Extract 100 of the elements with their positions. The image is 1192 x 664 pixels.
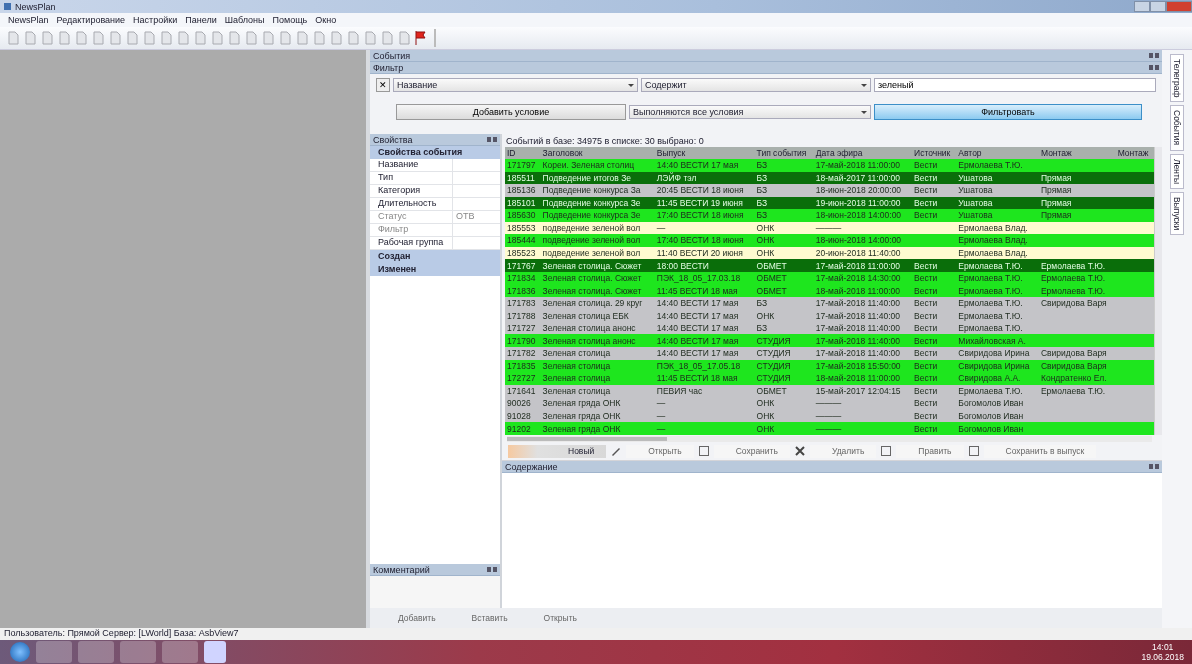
toolbar-button[interactable]: Добавить [384,613,450,623]
document-icon[interactable] [346,31,360,45]
add-condition-button[interactable]: Добавить условие [396,104,626,120]
pin-icon[interactable] [487,567,497,572]
table-cell: 171797 [507,160,536,171]
toolbar-button[interactable]: Править [896,444,964,458]
side-tab[interactable]: Выпуски [1170,191,1184,235]
document-icon[interactable] [380,31,394,45]
operator-dropdown[interactable]: Содержит [641,78,871,92]
table-cell: СТУДИЯ [756,348,791,359]
pin-icon[interactable] [487,137,497,142]
collapsed-group[interactable]: Изменен [370,263,500,276]
document-icon[interactable] [159,31,173,45]
remove-condition-button[interactable]: ✕ [376,78,390,92]
column-header[interactable]: Монтаж [1115,147,1154,159]
column-header[interactable]: Источник [912,147,957,159]
collapsed-group[interactable]: Создан [370,250,500,263]
document-icon[interactable] [363,31,377,45]
side-tab[interactable]: Телеграф [1170,54,1184,103]
table-cell: 185101 [507,197,536,208]
scrollbar[interactable] [1154,147,1162,435]
column-header[interactable]: Дата эфира [813,147,912,159]
close-button[interactable] [1166,1,1192,12]
menu-item[interactable]: Панели [185,15,217,25]
document-icon[interactable] [142,31,156,45]
taskbar-app-icon[interactable] [36,641,72,663]
taskbar-app-icon[interactable] [162,641,198,663]
document-icon[interactable] [295,31,309,45]
taskbar-app-icon[interactable] [204,641,226,663]
document-icon[interactable] [6,31,20,45]
table-row[interactable]: 172727 Зеленая столица 11:45 ВЕСТИ 18 мая СТУДИЯ 18-май-2018 11:00:00 Вести Свиридова А.А. Кондратенко Ел. [505,372,1154,385]
side-tab[interactable]: Ленты [1170,153,1184,189]
menu-item[interactable]: Окно [315,15,337,25]
menu-item[interactable]: Настройки [133,15,178,25]
table-row[interactable]: 185630 Подведение конкурса Зе 17:40 ВЕСТИ 18 июня БЗ 18-июн-2018 14:00:00 Вести Ушатова Прямая [505,209,1154,222]
table-row[interactable]: 91202 Зеленая гряда ОНК — ОНК ——— Вести Богомолов Иван [505,422,1154,435]
table-cell: 11:45 ВЕСТИ 18 мая [656,285,738,296]
document-icon[interactable] [261,31,275,45]
menu-item[interactable]: Шаблоны [224,15,265,25]
toolbar-button[interactable]: Открыть [529,613,591,623]
table-row[interactable]: 90026 Зеленая гряда ОНК — ОНК ——— Вести Богомолов Иван [505,397,1154,410]
document-icon[interactable] [210,31,224,45]
table-cell: Вести [914,385,938,396]
menu-item[interactable]: Помощь [272,15,308,25]
taskbar-app-icon[interactable] [78,641,114,663]
square-icon [967,445,980,457]
property-label: Длительность [370,198,453,210]
document-icon[interactable] [125,31,139,45]
column-header[interactable]: ID [505,147,541,159]
document-icon[interactable] [23,31,37,45]
toolbar-button[interactable]: Сохранить в выпуск [983,444,1097,458]
document-icon[interactable] [193,31,207,45]
column-header[interactable]: Автор [956,147,1039,159]
document-icon[interactable] [91,31,105,45]
toolbar-button[interactable]: Открыть [626,444,694,458]
document-icon[interactable] [40,31,54,45]
document-icon[interactable] [176,31,190,45]
table-row[interactable]: 171797 Кореи. Зеленая столиц 14:40 ВЕСТИ 17 мая БЗ 17-май-2018 11:00:00 Вести Ермолаева Т.Ю. [505,159,1154,172]
minimize-button[interactable] [1134,1,1150,12]
document-icon[interactable] [312,31,326,45]
document-icon[interactable] [74,31,88,45]
table-row[interactable]: 185136 Подведение конкурса За 20:45 ВЕСТИ 18 июня БЗ 18-июн-2018 20:00:00 Вести Ушатова Прямая [505,184,1154,197]
filter-button[interactable]: Фильтровать [874,104,1142,120]
document-icon[interactable] [329,31,343,45]
table-row[interactable]: 171836 Зеленая столица. Сюжет 11:45 ВЕСТИ 18 мая ОБМЕТ 18-май-2018 11:00:00 Вести Ермолаева Т.Ю. Ермолаева Т.Ю. [505,284,1154,297]
table-cell: 90026 [507,398,531,409]
table-cell: Зеленая столица. Сюжет [542,285,642,296]
start-button[interactable] [10,642,30,662]
document-icon[interactable] [278,31,292,45]
table-row[interactable]: 171788 Зеленая столица ЕБК 14:40 ВЕСТИ 17 мая ОНК 17-май-2018 11:40:00 Вести Ермолаева Т.Ю. [505,309,1154,322]
property-label: Категория [370,185,453,197]
document-icon[interactable] [108,31,122,45]
filter-value-field[interactable]: зеленый [874,78,1156,92]
table-cell: 11:45 ВЕСТИ 18 мая [656,373,738,384]
menu-item[interactable]: NewsPlan [8,15,49,25]
mode-dropdown[interactable]: Выполняются все условия [629,105,871,119]
toolbar-button[interactable]: Вставить [457,613,522,623]
menu-item[interactable]: Редактирование [56,15,126,25]
table-row[interactable]: 185444 подведение зеленой вол 17:40 ВЕСТИ 18 июня ОНК 18-июн-2018 14:00:00 Ермолаева Влад. [505,234,1154,247]
toolbar-button[interactable]: Удалить [809,444,877,458]
taskbar-app-icon[interactable] [120,641,156,663]
column-header[interactable]: Тип события [754,147,814,159]
toolbar-button[interactable]: Новый [508,444,607,458]
table-cell: 17-май-2018 14:30:00 [815,273,901,284]
column-header[interactable]: Выпуск [654,147,755,159]
scrollbar[interactable] [507,436,1152,442]
field-dropdown[interactable]: Название [393,78,638,92]
document-icon[interactable] [227,31,241,45]
column-header[interactable]: Монтаж [1038,147,1116,159]
table-row[interactable]: 171790 Зеленая столица анонс 14:40 ВЕСТИ 17 мая СТУДИЯ 17-май-2018 11:40:00 Вести Михайловская А. [505,334,1154,347]
toolbar-button[interactable]: Сохранить [713,444,790,458]
table-row[interactable]: 171767 Зеленая столица. Сюжет 18:00 ВЕСТИ ОБМЕТ 17-май-2018 11:00:00 Вести Ермолаева Т.Ю. Ермолаева Т.Ю. [505,259,1154,272]
column-header[interactable]: Заголовок [540,147,655,159]
document-icon[interactable] [57,31,71,45]
document-icon[interactable] [244,31,258,45]
maximize-button[interactable] [1150,1,1166,12]
flag-icon[interactable] [414,30,428,46]
side-tab[interactable]: События [1170,105,1184,151]
table-cell: 18-июн-2018 20:00:00 [815,185,902,196]
table-cell: Зеленая гряда ОНК [542,423,621,434]
